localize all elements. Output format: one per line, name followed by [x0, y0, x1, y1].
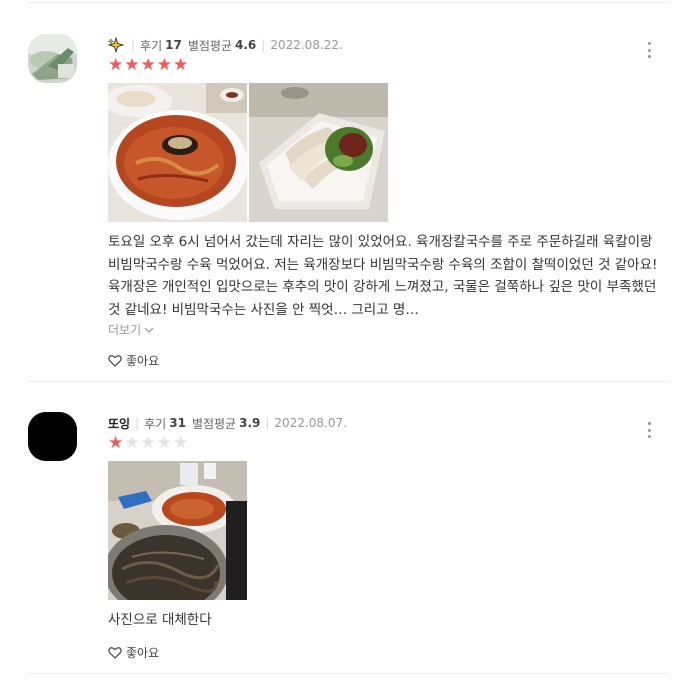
star-icon: ★: [140, 55, 156, 75]
star-icon: ★: [108, 433, 124, 453]
kebab-menu-icon[interactable]: [641, 40, 657, 60]
avg-rating-value: 3.9: [239, 416, 261, 430]
review-text: 토요일 오후 6시 넘어서 갔는데 자리는 많이 있었어요. 육개장칼국수를 주…: [108, 234, 658, 318]
review-count: 31: [169, 416, 186, 430]
star-icon: ★: [124, 433, 140, 453]
heart-icon: [108, 355, 122, 367]
review-photo[interactable]: [108, 461, 247, 600]
review-date: 2022.08.22.: [270, 38, 343, 52]
top-divider: [28, 2, 669, 3]
like-label: 좋아요: [126, 354, 160, 368]
review-date: 2022.08.07.: [274, 416, 347, 430]
chevron-down-icon: [144, 327, 154, 333]
separator: |: [261, 38, 266, 52]
more-label: 더보기: [108, 323, 142, 337]
review-photo[interactable]: [249, 83, 388, 222]
star-icon: ★: [156, 55, 172, 75]
avg-rating-value: 4.6: [235, 38, 257, 52]
review-divider: [28, 381, 669, 382]
review-count-label: 후기: [140, 38, 163, 53]
separator: |: [265, 416, 270, 430]
sparkle-badge-icon: [108, 37, 124, 53]
like-button[interactable]: 좋아요: [108, 352, 665, 369]
star-rating: ★ ★ ★ ★ ★: [108, 57, 665, 74]
review-photos: [108, 83, 665, 222]
heart-icon: [108, 646, 122, 659]
star-icon: ★: [173, 55, 189, 75]
avatar[interactable]: [28, 34, 77, 83]
kebab-menu-icon[interactable]: [641, 420, 657, 440]
separator: |: [131, 38, 136, 52]
avatar[interactable]: [28, 412, 77, 461]
star-icon: ★: [124, 55, 140, 75]
avg-rating-label: 별점평균: [191, 416, 237, 431]
star-icon: ★: [173, 433, 189, 453]
review-count: 17: [165, 38, 182, 52]
like-button[interactable]: 좋아요: [108, 644, 665, 661]
avg-rating-label: 별점평균: [187, 38, 233, 53]
star-rating: ★ ★ ★ ★ ★: [108, 435, 665, 452]
review-text: 사진으로 대체한다: [108, 612, 212, 628]
review-count-label: 후기: [144, 416, 167, 431]
review-photos: [108, 461, 665, 600]
review-divider: [28, 673, 669, 674]
star-icon: ★: [156, 433, 172, 453]
review-photo[interactable]: [108, 83, 247, 222]
user-avatar-icon: [28, 34, 77, 83]
reviewer-nickname[interactable]: 또잉: [108, 415, 130, 432]
star-icon: ★: [108, 55, 124, 75]
like-label: 좋아요: [126, 645, 160, 660]
user-avatar-icon: [28, 412, 77, 461]
star-icon: ★: [140, 433, 156, 453]
separator: |: [135, 416, 140, 430]
more-button[interactable]: 더보기: [108, 321, 665, 338]
